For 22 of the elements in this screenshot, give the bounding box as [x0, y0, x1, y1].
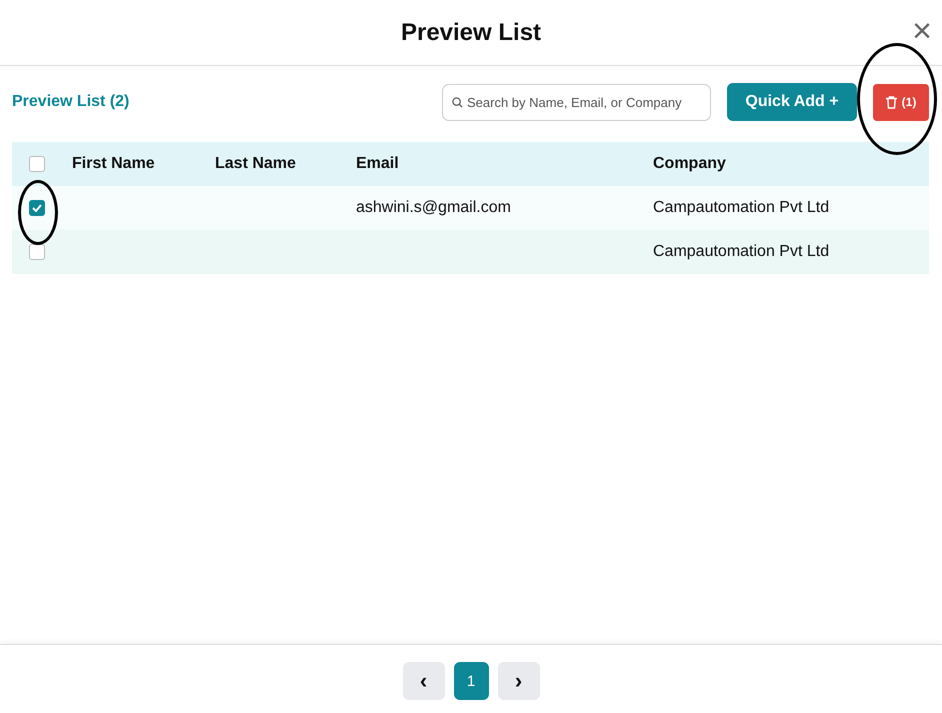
column-header: Company [653, 155, 726, 172]
column-header: Last Name [215, 155, 296, 172]
table-cell: Campautomation Pvt Ltd [653, 199, 830, 216]
quick-add-button[interactable]: Quick Add + [727, 83, 857, 121]
column-header: Email [356, 155, 399, 172]
check-icon [32, 204, 42, 212]
checkbox[interactable] [29, 200, 45, 216]
list-title: Preview List (2) [12, 93, 130, 111]
dialog-title: Preview List [400, 18, 542, 46]
table-cell: Campautomation Pvt Ltd [653, 243, 830, 260]
annotation-ellipse [18, 180, 58, 245]
close-button[interactable]: × [912, 14, 932, 48]
previous-page-button[interactable]: ‹ [402, 662, 444, 700]
delete-button[interactable]: (1) [873, 84, 929, 120]
checkbox[interactable] [29, 244, 45, 260]
checkbox[interactable] [29, 156, 45, 172]
search-field[interactable]: Search by Name, Email, or Company [442, 84, 711, 120]
page-button[interactable]: 1 [454, 662, 488, 700]
table-cell: ashwini.s@gmail.com [356, 199, 511, 216]
column-header: First Name [72, 155, 155, 172]
trash-icon [886, 96, 897, 108]
next-page-button[interactable]: › [498, 662, 540, 700]
